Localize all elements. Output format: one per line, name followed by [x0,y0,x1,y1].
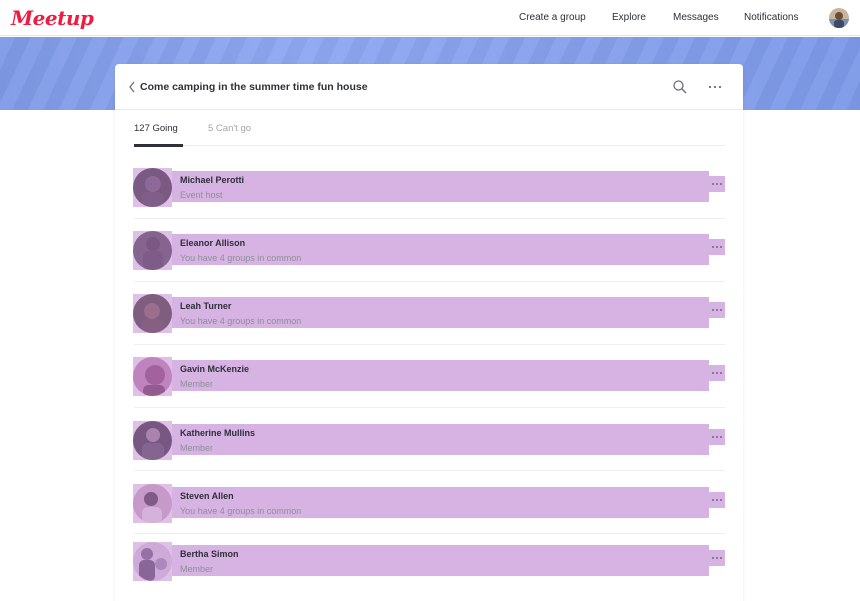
avatar-highlight [133,231,172,270]
member-name[interactable]: Gavin McKenzie [180,364,249,374]
member-more-button[interactable] [709,176,725,192]
nav-notifications-link[interactable]: Notifications [744,12,798,23]
member-row[interactable]: Michael Perotti Event host [133,168,725,231]
avatar-highlight [133,421,172,460]
member-name[interactable]: Michael Perotti [180,175,244,185]
nav-explore-link[interactable]: Explore [612,12,646,23]
member-row[interactable]: Leah Turner You have 4 groups in common [133,294,725,357]
member-more-button[interactable] [709,492,725,508]
card-header: Come camping in the summer time fun hous… [115,64,743,110]
row-divider [134,344,725,345]
member-name[interactable]: Steven Allen [180,491,234,501]
member-more-button[interactable] [709,550,725,566]
event-title: Come camping in the summer time fun hous… [140,81,368,93]
row-divider [134,470,725,471]
member-info: Bertha Simon Member [172,545,709,576]
member-row[interactable]: Gavin McKenzie Member [133,357,725,420]
more-horizontal-icon [712,557,722,559]
member-info: Leah Turner You have 4 groups in common [172,297,709,328]
search-icon[interactable] [672,79,688,95]
top-navigation: Meetup Create a group Explore Messages N… [0,0,860,36]
member-subtitle: Member [180,443,214,453]
avatar-highlight [133,168,172,207]
attendance-tabs: 127 Going 5 Can't go [134,123,725,147]
member-info: Eleanor Allison You have 4 groups in com… [172,234,709,265]
more-horizontal-icon[interactable] [707,83,723,91]
member-row[interactable]: Steven Allen You have 4 groups in common [133,484,725,547]
attendees-card: Come camping in the summer time fun hous… [115,64,743,601]
member-subtitle: Member [180,379,214,389]
member-more-button[interactable] [709,239,725,255]
more-horizontal-icon [712,183,722,185]
row-divider [134,533,725,534]
member-name[interactable]: Eleanor Allison [180,238,245,248]
row-divider [134,281,725,282]
row-divider [134,218,725,219]
chevron-left-icon[interactable] [128,80,138,94]
member-row[interactable]: Eleanor Allison You have 4 groups in com… [133,231,725,294]
member-info: Katherine Mullins Member [172,424,709,455]
member-subtitle: Member [180,564,214,574]
member-subtitle: You have 4 groups in common [180,506,302,516]
member-subtitle: Event host [180,190,223,200]
more-horizontal-icon [712,436,722,438]
more-horizontal-icon [712,309,722,311]
member-info: Michael Perotti Event host [172,171,709,202]
user-avatar[interactable] [829,8,849,28]
nav-messages-link[interactable]: Messages [673,12,719,23]
avatar-highlight [133,542,172,581]
tab-cant-go[interactable]: 5 Can't go [208,123,251,134]
member-info: Steven Allen You have 4 groups in common [172,487,709,518]
member-name[interactable]: Bertha Simon [180,549,239,559]
member-row[interactable]: Katherine Mullins Member [133,421,725,484]
member-more-button[interactable] [709,429,725,445]
avatar-highlight [133,294,172,333]
member-subtitle: You have 4 groups in common [180,253,302,263]
row-divider [134,407,725,408]
meetup-logo[interactable]: Meetup [11,6,94,30]
more-horizontal-icon [712,499,722,501]
member-name[interactable]: Katherine Mullins [180,428,255,438]
avatar-highlight [133,357,172,396]
more-horizontal-icon [712,372,722,374]
member-name[interactable]: Leah Turner [180,301,231,311]
tab-going[interactable]: 127 Going [134,123,178,134]
member-info: Gavin McKenzie Member [172,360,709,391]
member-subtitle: You have 4 groups in common [180,316,302,326]
nav-create-group-link[interactable]: Create a group [519,12,586,23]
member-row[interactable]: Bertha Simon Member [133,542,725,601]
member-more-button[interactable] [709,302,725,318]
more-horizontal-icon [712,246,722,248]
member-more-button[interactable] [709,365,725,381]
active-tab-indicator [134,144,183,147]
avatar-highlight [133,484,172,523]
